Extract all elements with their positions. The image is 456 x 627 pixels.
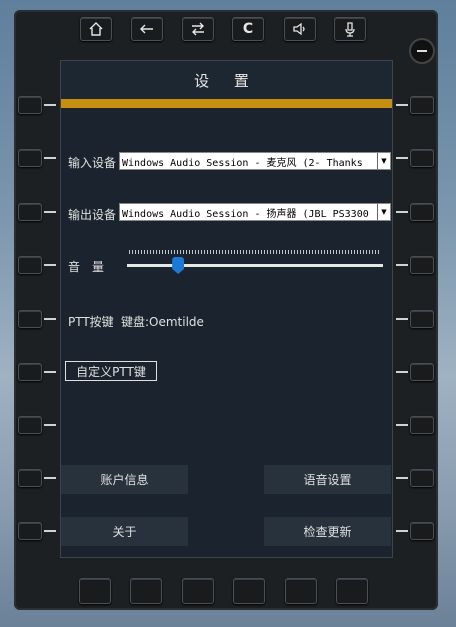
right-soft-key-6[interactable] (410, 363, 434, 381)
left-tick (44, 424, 56, 426)
input-device-select[interactable]: Windows Audio Session - 麦克风 (2- Thanks ▼ (119, 152, 391, 170)
page-title: 设 置 (61, 61, 392, 99)
left-soft-key-9[interactable] (18, 522, 42, 540)
volume-slider-ticks (129, 250, 379, 254)
right-tick (396, 264, 408, 266)
left-tick (44, 264, 56, 266)
left-soft-key-4[interactable] (18, 256, 42, 274)
voice-settings-button[interactable]: 语音设置 (264, 465, 391, 494)
output-device-label: 输出设备 (68, 208, 117, 222)
chevron-down-icon[interactable]: ▼ (377, 204, 390, 220)
right-soft-key-8[interactable] (410, 469, 434, 487)
output-device-select[interactable]: Windows Audio Session - 扬声器 (JBL PS3300 … (119, 203, 391, 221)
ptt-key-value: 键盘:Oemtilde (121, 315, 204, 329)
back-arrow-icon (140, 24, 153, 34)
account-info-button[interactable]: 账户信息 (61, 465, 188, 494)
left-tick (44, 530, 56, 532)
back-button[interactable] (131, 17, 163, 41)
right-soft-key-3[interactable] (410, 203, 434, 221)
volume-label: 音 量 (68, 260, 105, 274)
bottom-soft-key-6[interactable] (336, 578, 368, 604)
right-tick (396, 211, 408, 213)
bottom-soft-key-5[interactable] (285, 578, 317, 604)
custom-ptt-button[interactable]: 自定义PTT键 (65, 361, 157, 381)
bottom-soft-key-2[interactable] (130, 578, 162, 604)
right-tick (396, 530, 408, 532)
left-soft-key-8[interactable] (18, 469, 42, 487)
settings-screen: 设 置 输入设备 Windows Audio Session - 麦克风 (2-… (60, 60, 393, 558)
left-soft-key-3[interactable] (18, 203, 42, 221)
microphone-button[interactable] (334, 17, 366, 41)
right-tick (396, 371, 408, 373)
swap-icon (192, 22, 204, 36)
left-tick (44, 211, 56, 213)
swap-button[interactable] (182, 17, 214, 41)
input-device-value: Windows Audio Session - 麦克风 (2- Thanks (122, 157, 363, 169)
home-icon (89, 22, 103, 36)
speaker-button[interactable] (284, 17, 316, 41)
left-soft-key-5[interactable] (18, 310, 42, 328)
check-update-button[interactable]: 检查更新 (264, 517, 391, 546)
right-tick (396, 477, 408, 479)
volume-slider-track[interactable] (127, 264, 383, 267)
microphone-icon (345, 22, 355, 37)
left-tick (44, 157, 56, 159)
left-tick (44, 318, 56, 320)
ptt-label: PTT按键 (68, 315, 114, 329)
about-button[interactable]: 关于 (61, 517, 188, 546)
bottom-soft-key-3[interactable] (182, 578, 214, 604)
left-soft-key-7[interactable] (18, 416, 42, 434)
left-soft-key-6[interactable] (18, 363, 42, 381)
speaker-icon (293, 22, 305, 36)
right-soft-key-5[interactable] (410, 310, 434, 328)
left-soft-key-2[interactable] (18, 149, 42, 167)
bottom-soft-key-1[interactable] (79, 578, 111, 604)
right-tick (396, 104, 408, 106)
left-soft-key-1[interactable] (18, 96, 42, 114)
right-tick (396, 424, 408, 426)
right-soft-key-7[interactable] (410, 416, 434, 434)
right-tick (396, 318, 408, 320)
minimize-button[interactable] (409, 38, 435, 64)
volume-slider-thumb[interactable] (172, 257, 185, 274)
left-tick (44, 477, 56, 479)
left-tick (44, 371, 56, 373)
right-soft-key-1[interactable] (410, 96, 434, 114)
clear-button[interactable]: C (232, 17, 264, 41)
output-device-value: Windows Audio Session - 扬声器 (JBL PS3300 (122, 208, 369, 220)
right-soft-key-2[interactable] (410, 149, 434, 167)
input-device-label: 输入设备 (68, 156, 117, 170)
accent-bar (61, 99, 392, 108)
bottom-soft-key-4[interactable] (233, 578, 265, 604)
right-tick (396, 157, 408, 159)
right-soft-key-9[interactable] (410, 522, 434, 540)
home-button[interactable] (80, 17, 112, 41)
right-soft-key-4[interactable] (410, 256, 434, 274)
chevron-down-icon[interactable]: ▼ (377, 153, 390, 169)
left-tick (44, 104, 56, 106)
